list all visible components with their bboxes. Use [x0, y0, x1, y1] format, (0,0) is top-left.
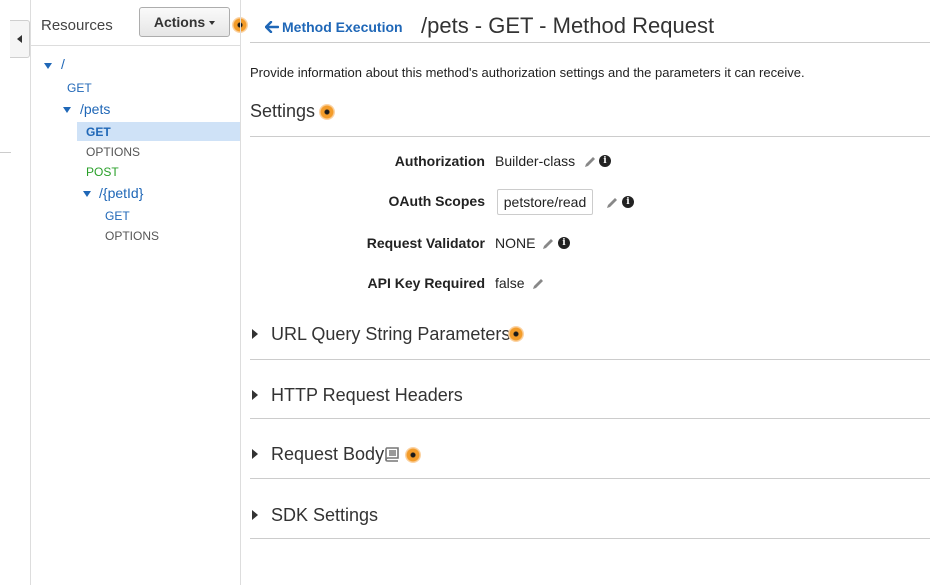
query-params-help-icon[interactable] [508, 326, 524, 342]
request-validator-value: NONE [495, 235, 536, 251]
expand-request-body-icon[interactable] [252, 449, 258, 459]
query-params-divider [250, 359, 930, 360]
sdk-settings-divider [250, 538, 930, 539]
sidebar-divider [30, 0, 31, 585]
section-sdk-settings[interactable]: SDK Settings [271, 505, 378, 526]
request-body-divider [250, 478, 930, 479]
arrow-left-icon [265, 21, 279, 33]
sidebar-mark [0, 152, 11, 153]
title-divider [250, 42, 930, 43]
edit-api-key-pencil-icon[interactable] [531, 277, 545, 291]
api-key-value: false [495, 275, 525, 291]
expand-query-params-icon[interactable] [252, 329, 258, 339]
expand-sdk-settings-icon[interactable] [252, 510, 258, 520]
oauth-scopes-label: OAuth Scopes [388, 193, 485, 209]
page-title: /pets - GET - Method Request [421, 13, 715, 38]
settings-help-icon[interactable] [319, 104, 335, 120]
caret-left-icon [17, 35, 22, 43]
method-execution-link[interactable]: Method Execution [265, 19, 403, 35]
tree-resource-root[interactable]: / [61, 56, 65, 72]
http-headers-divider [250, 418, 930, 419]
tree-method-petid-options[interactable]: OPTIONS [105, 229, 159, 243]
edit-authorization-pencil-icon[interactable] [583, 155, 597, 169]
oauth-scopes-field[interactable]: petstore/read [497, 189, 593, 215]
settings-divider [250, 136, 930, 137]
actions-label: Actions [153, 14, 206, 30]
method-execution-label: Method Execution [282, 19, 403, 35]
tree-method-pets-get[interactable]: GET [86, 125, 111, 139]
panel-divider [240, 0, 241, 585]
tree-method-root-get[interactable]: GET [67, 81, 92, 95]
authorization-value: Builder-class [495, 153, 576, 169]
tree-method-pets-post[interactable]: POST [86, 165, 119, 179]
request-validator-label: Request Validator [366, 235, 485, 251]
settings-heading: Settings [250, 101, 316, 121]
section-request-body[interactable]: Request Body [271, 444, 384, 465]
edit-oauth-pencil-icon[interactable] [605, 196, 619, 210]
authorization-label: Authorization [394, 153, 485, 169]
page-description: Provide information about this method's … [250, 65, 805, 80]
tree-collapse-pets-icon[interactable] [63, 107, 71, 113]
actions-button[interactable]: Actions [139, 7, 230, 37]
tree-resource-petid[interactable]: /{petId} [99, 185, 143, 201]
request-body-help-icon[interactable] [405, 447, 421, 463]
expand-http-headers-icon[interactable] [252, 390, 258, 400]
resources-header-divider [31, 45, 240, 46]
edit-validator-pencil-icon[interactable] [541, 237, 555, 251]
tree-collapse-root-icon[interactable] [44, 63, 52, 69]
book-icon [385, 447, 399, 462]
oauth-info-icon[interactable]: i [622, 196, 634, 208]
tree-method-petid-get[interactable]: GET [105, 209, 130, 223]
tree-collapse-petid-icon[interactable] [83, 191, 91, 197]
section-query-params[interactable]: URL Query String Parameters [271, 324, 510, 345]
tree-resource-pets[interactable]: /pets [80, 101, 110, 117]
tree-method-pets-options[interactable]: OPTIONS [86, 145, 140, 159]
api-key-label: API Key Required [367, 275, 485, 291]
authorization-info-icon[interactable]: i [599, 155, 611, 167]
collapse-sidebar-button[interactable] [10, 20, 30, 58]
section-http-headers[interactable]: HTTP Request Headers [271, 385, 463, 406]
validator-info-icon[interactable]: i [558, 237, 570, 249]
caret-down-icon [209, 21, 216, 25]
resources-title: Resources [41, 17, 113, 34]
